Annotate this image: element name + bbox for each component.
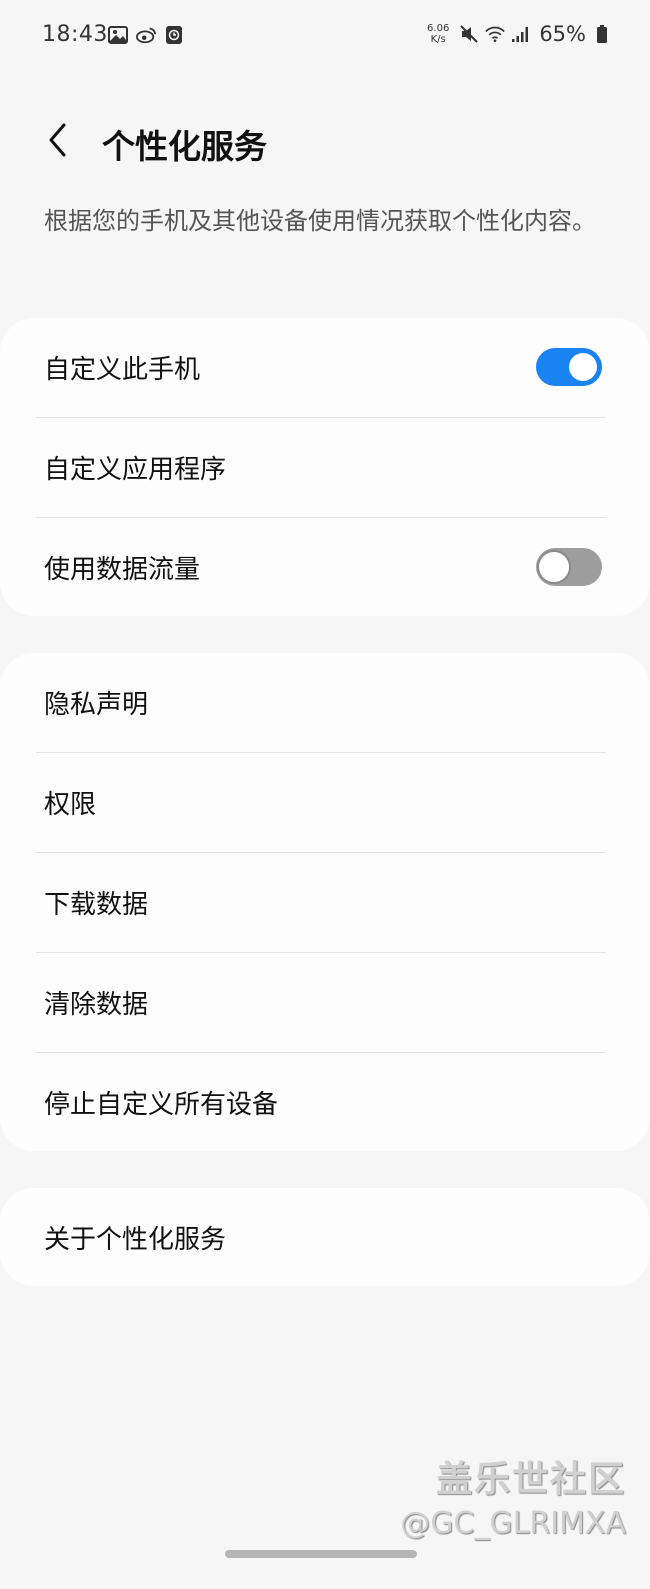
use-mobile-data-label: 使用数据流量	[44, 555, 201, 585]
permissions-row[interactable]: 权限	[0, 753, 650, 852]
download-data-row[interactable]: 下载数据	[0, 853, 650, 952]
stop-customizing-all-devices-label: 停止自定义所有设备	[44, 1090, 279, 1120]
customize-apps-row[interactable]: 自定义应用程序	[0, 418, 650, 517]
stop-customizing-all-devices-row[interactable]: 停止自定义所有设备	[0, 1053, 650, 1152]
page-title: 个性化服务	[102, 127, 267, 166]
settings-card-customization: 自定义此手机 自定义应用程序 使用数据流量	[0, 318, 650, 616]
signal-icon	[511, 24, 531, 44]
toggle-knob	[566, 350, 600, 384]
use-mobile-data-row[interactable]: 使用数据流量	[0, 518, 650, 617]
mute-icon	[459, 24, 479, 44]
wifi-icon	[485, 24, 506, 44]
settings-card-data: 隐私声明 权限 下载数据 清除数据 停止自定义所有设备	[0, 653, 650, 1151]
clear-data-label: 清除数据	[44, 990, 149, 1020]
clear-data-row[interactable]: 清除数据	[0, 953, 650, 1052]
watermark-title: 盖乐世社区	[435, 1459, 626, 1500]
network-speed: 6.06 K/s	[427, 23, 449, 45]
toggle-knob	[537, 550, 571, 584]
network-speed-value: 6.06	[427, 23, 450, 34]
notification-icons	[108, 25, 184, 45]
app-header: 个性化服务	[0, 100, 650, 190]
network-speed-unit: K/s	[430, 34, 446, 45]
use-mobile-data-toggle[interactable]	[536, 548, 602, 586]
weibo-icon	[136, 25, 156, 45]
permissions-label: 权限	[44, 790, 97, 820]
settings-card-about: 关于个性化服务	[0, 1188, 650, 1286]
customize-apps-label: 自定义应用程序	[44, 455, 227, 485]
privacy-notice-row[interactable]: 隐私声明	[0, 653, 650, 752]
gallery-icon	[108, 25, 128, 45]
page-description: 根据您的手机及其他设备使用情况获取个性化内容。	[44, 207, 596, 235]
customize-phone-toggle[interactable]	[536, 348, 602, 386]
chevron-left-icon	[46, 122, 70, 162]
battery-percentage: 65%	[539, 22, 586, 46]
about-personalization-label: 关于个性化服务	[44, 1225, 227, 1255]
clock-app-icon	[164, 25, 184, 45]
watermark-handle: @GC_GLRIMXA	[400, 1506, 626, 1541]
status-bar: 18:43 6.06 K/s 65%	[0, 0, 650, 72]
back-button[interactable]	[34, 118, 82, 166]
about-personalization-row[interactable]: 关于个性化服务	[0, 1188, 650, 1287]
customize-phone-label: 自定义此手机	[44, 355, 201, 385]
download-data-label: 下载数据	[44, 890, 149, 920]
battery-icon	[592, 24, 612, 44]
home-indicator[interactable]	[225, 1550, 417, 1558]
status-time: 18:43	[42, 22, 108, 47]
privacy-notice-label: 隐私声明	[44, 690, 149, 720]
watermark: 盖乐世社区 @GC_GLRIMXA	[400, 1450, 626, 1541]
system-status: 6.06 K/s 65%	[427, 22, 612, 46]
customize-phone-row[interactable]: 自定义此手机	[0, 318, 650, 417]
